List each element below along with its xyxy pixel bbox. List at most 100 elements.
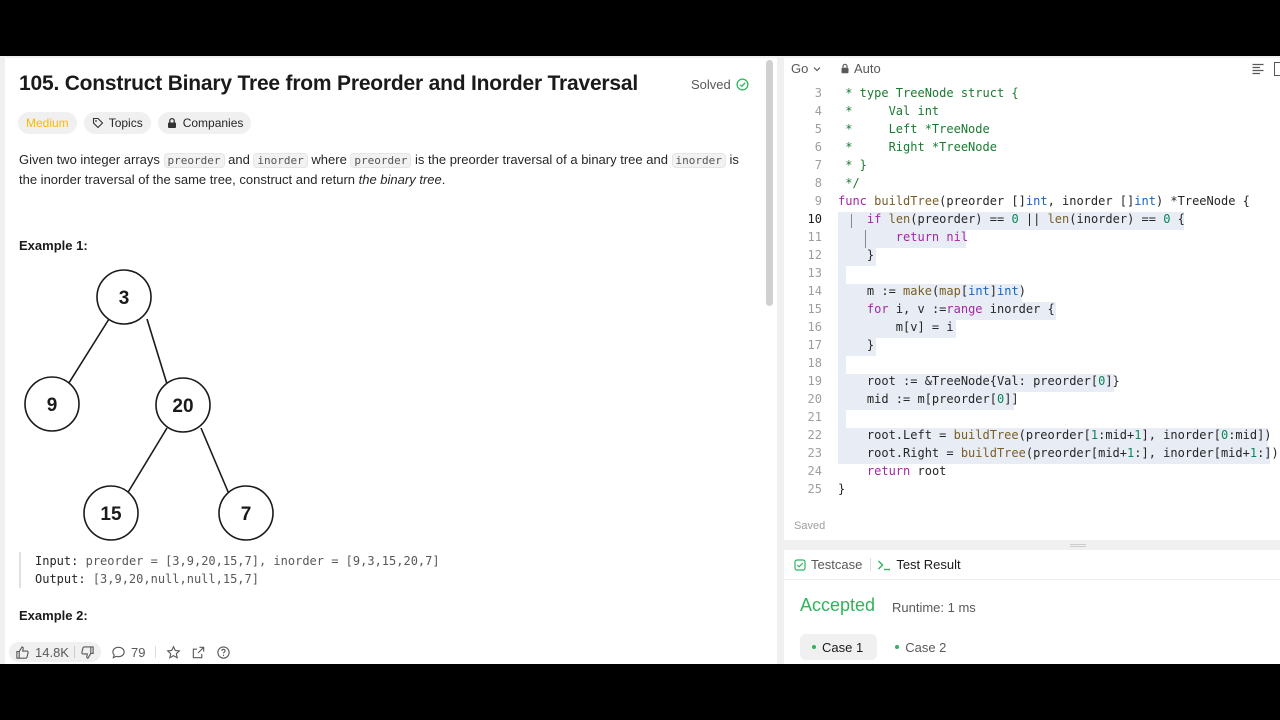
line-number: 11	[807, 230, 822, 244]
code-line: root.Right = buildTree(preorder[mid+1:],…	[838, 446, 1279, 460]
line-number: 10	[807, 212, 822, 226]
code-line: */	[838, 176, 860, 190]
line-number: 15	[807, 302, 822, 316]
problem-title: 105. Construct Binary Tree from Preorder…	[19, 72, 638, 95]
code-line: root := &TreeNode{Val: preorder[0]}	[838, 374, 1120, 388]
tab-testcase-label: Testcase	[811, 557, 863, 572]
desc-emphasis: the binary tree	[358, 172, 442, 187]
line-number: 6	[814, 140, 822, 154]
code-line: * type TreeNode struct {	[838, 86, 1019, 100]
like-dislike-group: 14.8K	[9, 642, 101, 662]
auto-mode-toggle[interactable]: Auto	[840, 61, 881, 76]
tree-edge	[200, 427, 230, 495]
code-editor-panel: Go Auto 3 * type TreeNode struct {4 * V…	[784, 58, 1280, 540]
result-tabs: Testcase Test Result	[784, 550, 1280, 580]
panel-edge-icon[interactable]	[1274, 62, 1280, 76]
inline-code: preorder	[350, 153, 412, 168]
format-code-icon[interactable]	[1251, 62, 1265, 76]
desc-text: and	[224, 152, 254, 167]
code-line: * Right *TreeNode	[838, 140, 997, 154]
horizontal-resize-handle[interactable]	[1070, 544, 1086, 547]
divider	[155, 646, 157, 658]
difficulty-badge[interactable]: Medium	[18, 112, 77, 134]
tree-node-20-label: 20	[172, 396, 193, 417]
star-icon[interactable]	[166, 644, 182, 660]
like-button[interactable]: 14.8K	[15, 645, 69, 660]
code-line: }	[838, 338, 875, 352]
output-key: Output:	[35, 572, 86, 586]
help-icon[interactable]	[216, 645, 231, 660]
lock-icon	[841, 63, 849, 74]
selection-highlight	[838, 266, 846, 284]
example-1-output: Output: [3,9,20,null,null,15,7]	[35, 570, 440, 588]
editor-toolbar: Go Auto	[784, 58, 1280, 80]
problem-tags: Medium Topics Companies	[18, 112, 252, 134]
code-line: * }	[838, 158, 867, 172]
line-number: 17	[807, 338, 822, 352]
companies-button[interactable]: Companies	[157, 112, 252, 134]
case-label: Case 1	[822, 639, 864, 655]
thumbs-up-icon	[16, 645, 29, 659]
comment-count: 79	[130, 644, 146, 660]
desc-text: Given two integer arrays	[19, 152, 164, 167]
code-line: * Val int	[838, 104, 940, 118]
check-circle-icon	[736, 78, 749, 91]
share-icon[interactable]	[191, 645, 206, 660]
output-value: [3,9,20,null,null,15,7]	[92, 572, 259, 586]
scrollbar-thumb[interactable]	[766, 60, 773, 306]
line-number: 8	[814, 176, 822, 190]
code-line: }	[838, 248, 875, 262]
tree-node-3-label: 3	[119, 288, 130, 309]
divider	[870, 558, 872, 571]
verdict-accepted: Accepted	[800, 595, 876, 615]
description-scroll-area[interactable]: 105. Construct Binary Tree from Preorder…	[5, 58, 763, 638]
test-result-panel: Testcase Test Result Accepted Runtime: 1…	[784, 550, 1280, 664]
line-number: 21	[807, 410, 822, 424]
description-scrollbar[interactable]	[765, 60, 773, 638]
inline-code: preorder	[163, 153, 225, 168]
example-1-tree-diagram: 3 9 20 15 7	[24, 269, 274, 541]
language-selector[interactable]: Go	[791, 61, 822, 76]
line-number: 22	[807, 428, 822, 442]
line-number: 14	[807, 284, 822, 298]
divider	[73, 646, 75, 658]
tree-edge	[126, 427, 168, 495]
line-number: 19	[807, 374, 822, 388]
pass-dot	[895, 645, 900, 649]
comments-button[interactable]: 79	[111, 645, 145, 660]
checkbox-icon	[794, 558, 806, 571]
line-number: 18	[807, 356, 822, 370]
screen: 105. Construct Binary Tree from Preorder…	[0, 56, 1280, 664]
line-number: 12	[807, 248, 822, 262]
code-line: root.Left = buildTree(preorder[1:mid+1],…	[838, 428, 1272, 442]
line-number: 4	[814, 104, 822, 118]
pass-dot	[812, 645, 816, 649]
example-2-title: Example 2:	[19, 608, 88, 623]
case-tabs: Case 1 Case 2	[800, 634, 960, 660]
line-number: 20	[807, 392, 822, 406]
input-value: preorder = [3,9,20,15,7], inorder = [9,3…	[85, 554, 440, 568]
tag-icon	[92, 117, 103, 129]
tree-edge	[146, 318, 168, 385]
code-line: for i, v :=range inorder {	[866, 302, 1055, 316]
example-1-input: Input: preorder = [3,9,20,15,7], inorder…	[35, 552, 440, 570]
line-number: 24	[807, 464, 822, 478]
line-number: 7	[814, 158, 822, 172]
case-tab-2[interactable]: Case 2	[883, 634, 960, 660]
chevron-down-icon	[813, 66, 821, 71]
saved-status: Saved	[794, 520, 826, 532]
case-tab-1[interactable]: Case 1	[800, 634, 878, 660]
companies-label: Companies	[182, 116, 244, 130]
example-1-title: Example 1:	[19, 238, 88, 253]
tab-test-result-label: Test Result	[896, 557, 961, 572]
topics-button[interactable]: Topics	[83, 112, 151, 134]
comment-icon	[112, 646, 125, 659]
line-number: 13	[807, 266, 822, 280]
thumbs-down-icon[interactable]	[80, 645, 95, 660]
tab-testcase[interactable]: Testcase	[794, 557, 862, 572]
tab-test-result[interactable]: Test Result	[877, 557, 961, 572]
code-line: mid := m[preorder[0]]	[838, 392, 1019, 406]
case-label: Case 2	[905, 639, 947, 655]
tree-node-7-label: 7	[241, 504, 252, 525]
code-line: func buildTree(preorder []int, inorder […	[838, 194, 1250, 208]
